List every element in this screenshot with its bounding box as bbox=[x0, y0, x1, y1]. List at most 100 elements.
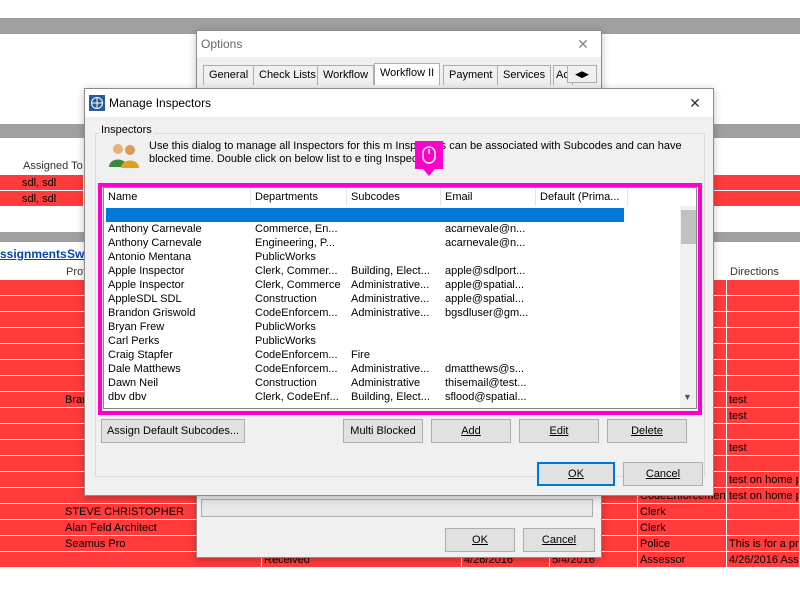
inspector-cell-subcodes bbox=[351, 236, 441, 250]
inspector-cell-dept: Engineering, P... bbox=[255, 237, 335, 249]
options-ok-button[interactable]: OK bbox=[445, 528, 515, 552]
inspector-row[interactable]: Anthony Carnevale Engineering, P... acarne… bbox=[104, 236, 674, 250]
inspector-cell-dept: PublicWorks bbox=[255, 251, 316, 263]
column-header-default[interactable]: Default (Prima... bbox=[536, 188, 628, 206]
bg-table-cell: Assessor bbox=[638, 552, 727, 568]
tab-services[interactable]: Services bbox=[497, 65, 552, 85]
bg-table-cell bbox=[727, 312, 800, 328]
add-button[interactable]: Add bbox=[431, 419, 511, 443]
bg-link-sw[interactable]: Sw bbox=[67, 247, 84, 261]
app-globe-icon bbox=[89, 95, 105, 111]
bg-table-cell: test on home p bbox=[729, 472, 800, 488]
inspector-cell-email: acarnevale@n... bbox=[445, 223, 526, 235]
options-tabstrip: General Check Lists Workflow Workflow II… bbox=[203, 63, 597, 87]
inspector-cell-email bbox=[445, 208, 536, 222]
mouse-marker-pointer bbox=[423, 169, 435, 176]
bg-col-directions: Directions bbox=[730, 266, 779, 278]
edit-label: Edit bbox=[549, 425, 569, 437]
inspector-row[interactable]: Bryan Frew PublicWorks bbox=[104, 320, 674, 334]
tab-check-lists[interactable]: Check Lists bbox=[253, 65, 322, 85]
inspector-cell-name: Carl Perks bbox=[108, 335, 160, 347]
inspector-cell-default bbox=[540, 292, 628, 306]
inspector-row[interactable]: Dale Matthews CodeEnforcem... Administrati… bbox=[104, 362, 674, 376]
inspector-cell-name: Brandon Griswold bbox=[108, 307, 196, 319]
manage-inspectors-dialog: Manage Inspectors ✕ Inspectors Use this … bbox=[84, 88, 714, 496]
tab-workflow[interactable]: Workflow bbox=[317, 65, 375, 85]
inspector-row[interactable]: Anthony Carnevale Commerce, En... acarneva… bbox=[104, 222, 674, 236]
bg-table-cell: test bbox=[727, 392, 800, 408]
inspector-row[interactable]: dbv dbv Clerk, CodeEnf... Building, Elect.… bbox=[104, 390, 674, 404]
inspector-cell-default bbox=[540, 236, 628, 250]
bg-table-cell bbox=[727, 376, 800, 392]
inspector-cell-subcodes: Administrative... bbox=[351, 307, 430, 319]
options-close-icon[interactable]: ✕ bbox=[573, 34, 593, 54]
inspector-row[interactable]: Brandon Griswold CodeEnforcem... Administr… bbox=[104, 306, 674, 320]
delete-button[interactable]: Delete bbox=[607, 419, 687, 443]
inspector-cell-default bbox=[540, 250, 628, 264]
inspector-cell-email: sflood@spatial... bbox=[445, 391, 527, 403]
inspector-row[interactable]: Antonio Mentana PublicWorks bbox=[104, 250, 674, 264]
list-vertical-scrollbar[interactable]: ▼ bbox=[680, 206, 696, 408]
inspector-cell-default bbox=[540, 222, 628, 236]
column-header-subcodes[interactable]: Subcodes bbox=[347, 188, 441, 206]
inspector-cell-default bbox=[540, 362, 628, 376]
dialog-cancel-label: Cancel bbox=[645, 468, 681, 480]
inspector-row[interactable]: Dawn Neil Construction Administrative thise… bbox=[104, 376, 674, 390]
bg-table-cell bbox=[727, 360, 800, 376]
dialog-close-icon[interactable]: ✕ bbox=[685, 93, 705, 113]
options-cancel-button[interactable]: Cancel bbox=[523, 528, 595, 552]
inspector-row[interactable]: Carl Perks PublicWorks bbox=[104, 334, 674, 348]
inspector-cell-subcodes bbox=[351, 222, 441, 236]
edit-button[interactable]: Edit bbox=[519, 419, 599, 443]
inspector-row[interactable]: AppleSDL SDL Construction Administrative..… bbox=[104, 292, 674, 306]
column-header-departments[interactable]: Departments bbox=[251, 188, 347, 206]
dialog-cancel-button[interactable]: Cancel bbox=[623, 462, 703, 486]
options-title: Options bbox=[201, 37, 243, 51]
inspector-row[interactable]: Apple Inspector Clerk, Commer... Building,… bbox=[104, 264, 674, 278]
scroll-down-arrow-icon[interactable]: ▼ bbox=[683, 392, 692, 402]
inspector-cell-dept: Construction bbox=[255, 377, 317, 389]
inspector-cell-email bbox=[445, 250, 536, 264]
column-header-name[interactable]: Name bbox=[104, 188, 251, 206]
tab-general[interactable]: General bbox=[203, 65, 255, 85]
multi-blocked-button[interactable]: Multi Blocked bbox=[343, 419, 423, 443]
inspectors-people-icon bbox=[109, 144, 139, 168]
inspector-cell-email bbox=[445, 320, 536, 334]
inspector-cell-default bbox=[540, 264, 628, 278]
inspector-row[interactable] bbox=[106, 208, 624, 222]
tab-right-arrow-icon[interactable]: ▶ bbox=[582, 69, 589, 79]
bg-col-assigned-to: Assigned To bbox=[23, 160, 83, 172]
list-scroll-thumb[interactable] bbox=[681, 210, 696, 244]
inspectors-list[interactable]: Name Departments Subcodes Email Default … bbox=[103, 187, 697, 409]
inspector-cell-dept: Clerk, CodeEnf... bbox=[255, 391, 339, 403]
dialog-titlebar: Manage Inspectors ✕ bbox=[85, 89, 713, 117]
inspector-cell-dept: CodeEnforcem... bbox=[255, 307, 338, 319]
inspector-cell-email: thisemail@test... bbox=[445, 377, 527, 389]
tab-payment[interactable]: Payment bbox=[443, 65, 499, 85]
tab-workflow-ii[interactable]: Workflow II bbox=[374, 63, 441, 85]
inspector-row[interactable]: Apple Inspector Clerk, Commerce Administra… bbox=[104, 278, 674, 292]
bg-table-cell: 4/26/2016 Asse bbox=[729, 552, 800, 568]
column-header-filler bbox=[628, 188, 696, 206]
inspector-cell-name: Apple Inspector bbox=[108, 265, 185, 277]
inspector-cell-name: AppleSDL SDL bbox=[108, 293, 182, 305]
inspectors-list-body: Anthony Carnevale Commerce, En... acarneva… bbox=[104, 208, 680, 408]
inspector-cell-email bbox=[445, 334, 536, 348]
tab-scroll-arrows[interactable]: ◀▶ bbox=[567, 65, 597, 83]
inspector-cell-subcodes: Administrative... bbox=[351, 293, 430, 305]
bg-assigned-cell: sdl, sdl bbox=[20, 191, 84, 207]
bg-table-cell: test on home p bbox=[729, 488, 800, 504]
assign-default-subcodes-button[interactable]: Assign Default Subcodes... bbox=[101, 419, 245, 443]
bg-table-cell: test bbox=[727, 440, 800, 456]
delete-label: Delete bbox=[631, 425, 663, 437]
inspector-cell-email: dmatthews@s... bbox=[445, 363, 525, 375]
bg-link-assignments[interactable]: ssignments bbox=[0, 247, 67, 261]
inspector-cell-subcodes: Building, Elect... bbox=[351, 265, 430, 277]
dialog-ok-button[interactable]: OK bbox=[537, 462, 615, 486]
inspector-cell-default bbox=[540, 320, 628, 334]
inspector-row[interactable]: Craig Stapfer CodeEnforcem... Fire bbox=[104, 348, 674, 362]
tab-left-arrow-icon[interactable]: ◀ bbox=[575, 69, 582, 79]
column-header-email[interactable]: Email bbox=[441, 188, 536, 206]
inspector-cell-default bbox=[540, 334, 628, 348]
bg-table-cell: This is for a pr bbox=[729, 536, 800, 552]
